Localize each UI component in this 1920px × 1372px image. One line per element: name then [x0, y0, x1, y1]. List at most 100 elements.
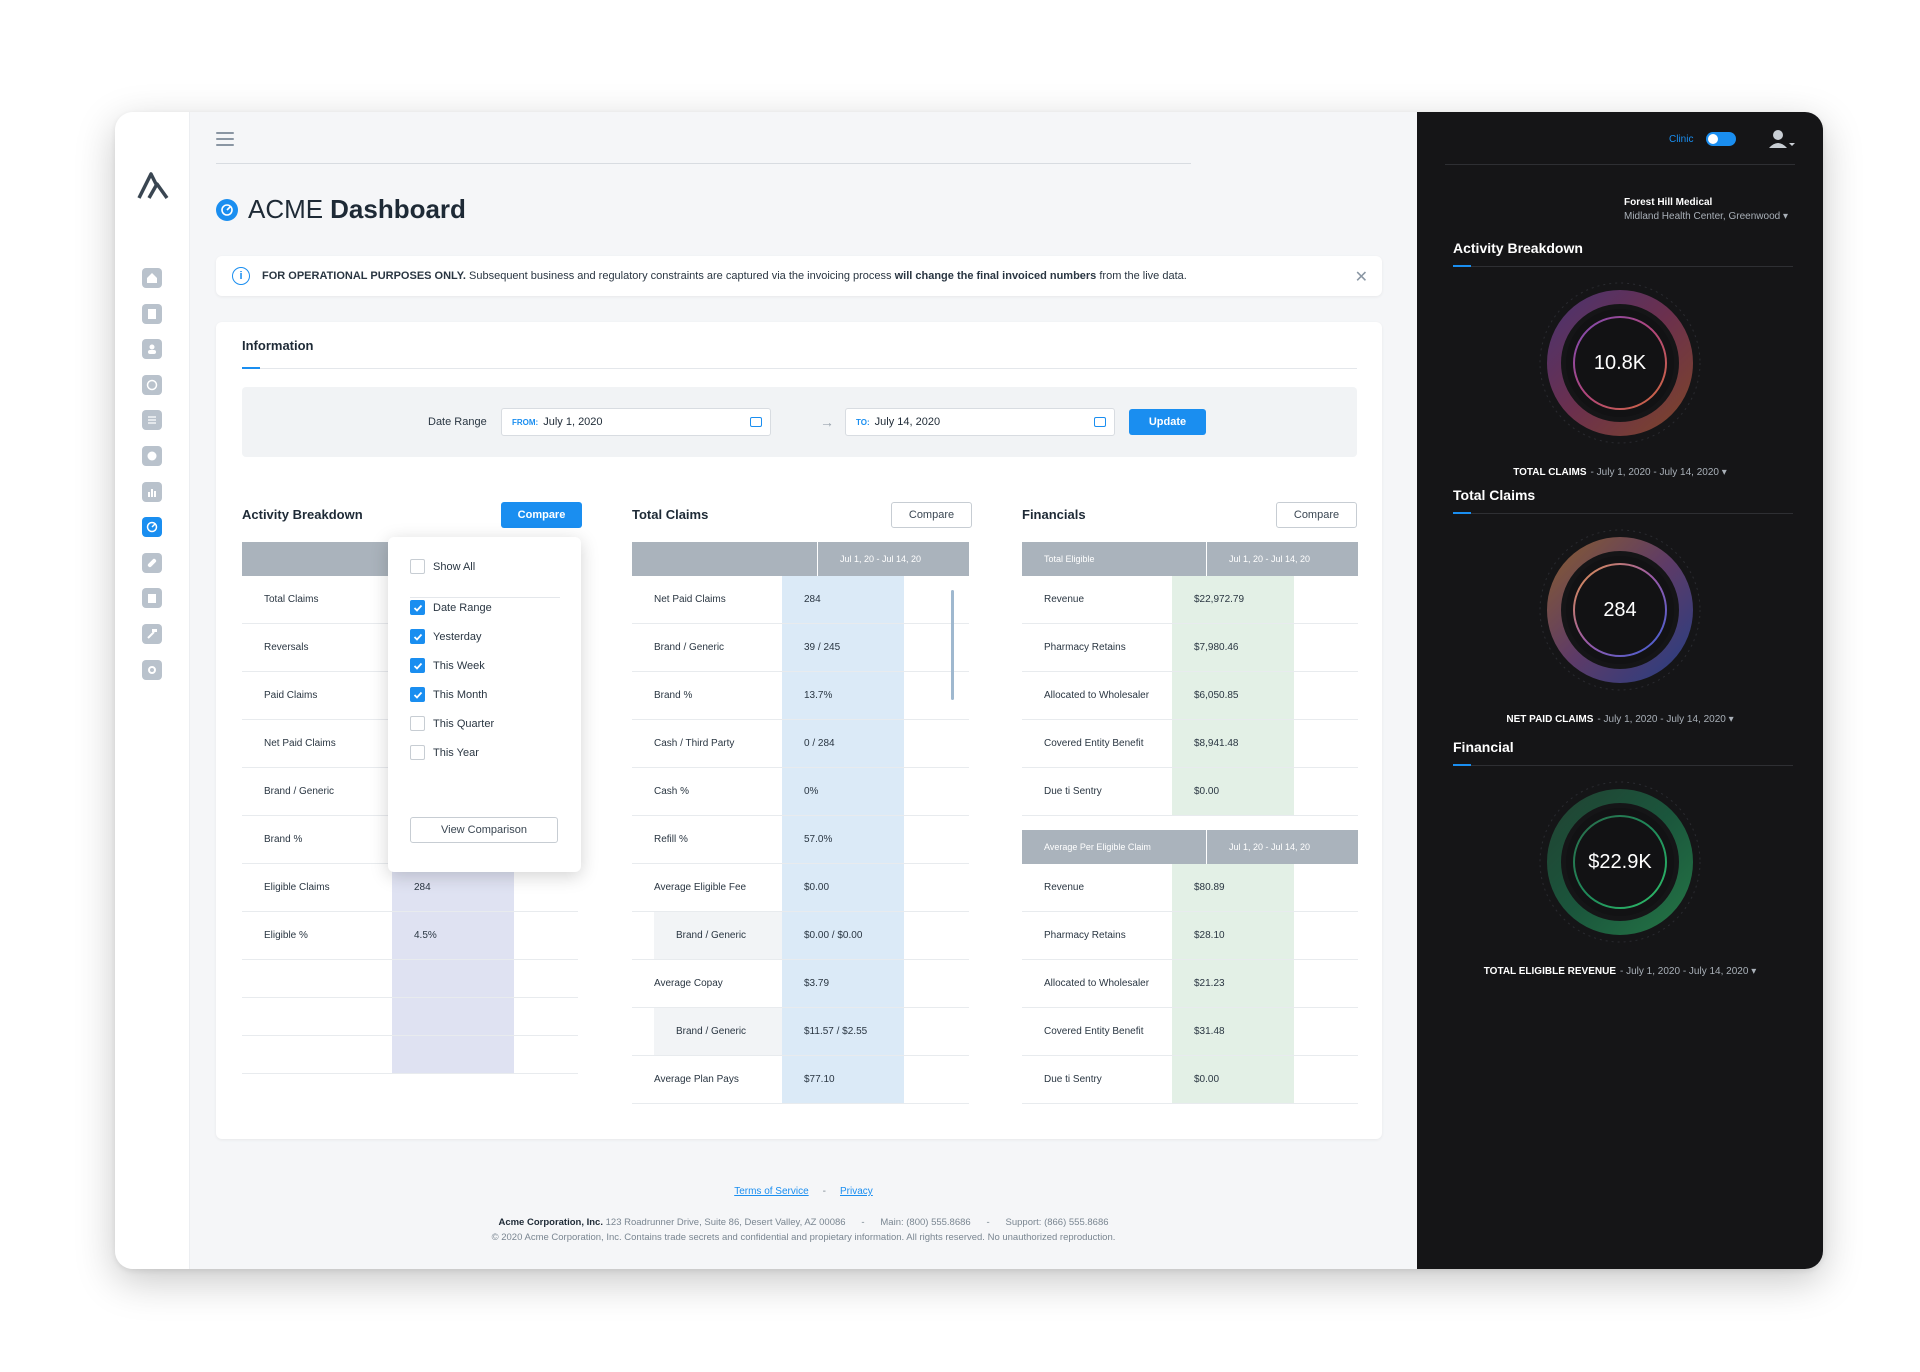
calendar-icon[interactable] [750, 417, 762, 427]
financials-compare-button[interactable]: Compare [1276, 502, 1357, 528]
claims-table: Jul 1, 20 - Jul 14, 20 Net Paid Claims 28… [632, 542, 969, 1104]
row-label: Allocated to Wholesaler [1044, 978, 1150, 989]
summary-panel: Clinic Forest Hill Medical Midland Healt… [1417, 112, 1823, 1269]
table-row: Brand / Generic 39 / 245 [632, 624, 969, 672]
row-label: Covered Entity Benefit [1044, 738, 1144, 749]
calendar-icon[interactable] [1094, 417, 1106, 427]
notice-text: FOR OPERATIONAL PURPOSES ONLY. Subsequen… [262, 270, 1187, 282]
help-icon[interactable] [142, 445, 162, 466]
checkbox[interactable] [410, 716, 425, 731]
close-icon[interactable]: ✕ [1355, 267, 1368, 287]
menu-icon[interactable] [216, 132, 234, 146]
clinic-selector[interactable]: Forest Hill Medical Midland Health Cente… [1624, 197, 1788, 222]
metric-ring: 10.8K [1535, 278, 1705, 448]
footer-copyright: © 2020 Acme Corporation, Inc. Contains t… [491, 1232, 1116, 1243]
metric-caption[interactable]: NET PAID CLAIMS - July 1, 2020 - July 14,… [1417, 714, 1823, 725]
row-value: 0% [782, 768, 904, 815]
activity-compare-button[interactable]: Compare [501, 502, 582, 528]
compare-option[interactable]: This Quarter [410, 716, 494, 731]
view-comparison-button[interactable]: View Comparison [410, 817, 558, 843]
table-row: Brand / Generic $11.57 / $2.55 [632, 1008, 969, 1056]
settings-icon[interactable] [142, 659, 162, 680]
date-range-label: Date Range [428, 416, 487, 428]
dashboard-icon[interactable] [142, 517, 162, 538]
row-label: Paid Claims [264, 690, 318, 701]
checkbox[interactable] [410, 658, 425, 673]
home-icon[interactable] [142, 268, 162, 288]
compare-option[interactable]: Date Range [410, 600, 492, 615]
checkbox[interactable] [410, 745, 425, 760]
terms-link[interactable]: Terms of Service [734, 1186, 808, 1197]
row-label: Eligible % [264, 930, 308, 941]
metric-ring: $22.9K [1535, 777, 1705, 947]
table-row: Revenue $22,972.79 [1022, 576, 1358, 624]
row-label [242, 960, 392, 997]
metric-caption[interactable]: TOTAL CLAIMS - July 1, 2020 - July 14, 20… [1417, 467, 1823, 478]
bar-chart-icon[interactable] [142, 481, 162, 502]
checkbox[interactable] [410, 629, 425, 644]
chevron-down-icon[interactable]: ▾ [1726, 714, 1734, 725]
claims-compare-button[interactable]: Compare [891, 502, 972, 528]
claims-header-key [632, 542, 817, 576]
document-icon[interactable] [142, 303, 162, 324]
metric-ring: 284 [1535, 525, 1705, 695]
metric-value: 10.8K [1593, 351, 1647, 374]
clinic-toggle[interactable] [1706, 132, 1736, 146]
privacy-link[interactable]: Privacy [840, 1186, 873, 1197]
to-date-field[interactable]: TO: July 14, 2020 [845, 408, 1115, 436]
table-row: Brand % 13.7% [632, 672, 969, 720]
section-divider [1453, 764, 1793, 766]
dollar-icon[interactable] [142, 374, 162, 395]
checkbox[interactable] [410, 687, 425, 702]
row-value: 4.5% [392, 912, 514, 959]
row-label: Refill % [654, 834, 688, 845]
sliders-icon[interactable] [142, 410, 162, 431]
option-label: This Week [433, 659, 485, 672]
table-row: Covered Entity Benefit $31.48 [1022, 1008, 1358, 1056]
checkbox[interactable] [410, 559, 425, 574]
hammer-icon[interactable] [142, 623, 162, 644]
table-row: Average Copay $3.79 [632, 960, 969, 1008]
table-row: Cash % 0% [632, 768, 969, 816]
table-row [242, 1036, 578, 1074]
checkbox[interactable] [410, 600, 425, 615]
panel-divider [1445, 164, 1795, 165]
summary-section: Financial [1453, 739, 1793, 766]
table-row: Average Eligible Fee $0.00 [632, 864, 969, 912]
main-content: ACME Dashboard i FOR OPERATIONAL PURPOSE… [190, 112, 1417, 1269]
fin-header2-range: Jul 1, 20 - Jul 14, 20 [1207, 830, 1358, 864]
row-label: Revenue [1044, 594, 1085, 605]
table-row: Refill % 57.0% [632, 816, 969, 864]
section-title: Financial [1453, 739, 1514, 755]
claims-header-range: Jul 1, 20 - Jul 14, 20 [818, 542, 969, 576]
row-label [242, 998, 392, 1035]
compare-option[interactable]: This Month [410, 687, 487, 702]
row-label: Net Paid Claims [264, 738, 336, 749]
from-date-field[interactable]: FROM: July 1, 2020 [501, 408, 771, 436]
clipboard-icon[interactable] [142, 588, 162, 609]
user-avatar-icon[interactable] [1769, 129, 1795, 149]
claims-scrollbar[interactable] [951, 590, 954, 700]
table-row: Due ti Sentry $0.00 [1022, 1056, 1358, 1104]
users-icon[interactable] [142, 339, 162, 360]
option-label: This Year [433, 746, 479, 759]
row-label: Pharmacy Retains [1044, 642, 1126, 653]
row-label: Brand / Generic [654, 1008, 782, 1055]
chevron-down-icon[interactable]: ▾ [1748, 966, 1756, 977]
operational-notice: i FOR OPERATIONAL PURPOSES ONLY. Subsequ… [216, 256, 1382, 296]
metric-caption[interactable]: TOTAL ELIGIBLE REVENUE - July 1, 2020 - J… [1417, 966, 1823, 977]
chevron-down-icon[interactable]: ▾ [1719, 467, 1727, 478]
row-value: $0.00 / $0.00 [782, 912, 904, 959]
compare-option[interactable]: This Year [410, 745, 479, 760]
show-all-option[interactable]: Show All [410, 559, 475, 574]
update-button[interactable]: Update [1129, 409, 1206, 435]
table-row: Cash / Third Party 0 / 284 [632, 720, 969, 768]
compare-option[interactable]: Yesterday [410, 629, 482, 644]
table-row: Allocated to Wholesaler $21.23 [1022, 960, 1358, 1008]
pill-icon[interactable] [142, 552, 162, 573]
table-row [242, 960, 578, 998]
compare-option[interactable]: This Week [410, 658, 485, 673]
metric-value: 284 [1603, 598, 1637, 621]
acme-logo-icon[interactable] [137, 170, 169, 200]
summary-section: Activity Breakdown [1453, 240, 1793, 267]
